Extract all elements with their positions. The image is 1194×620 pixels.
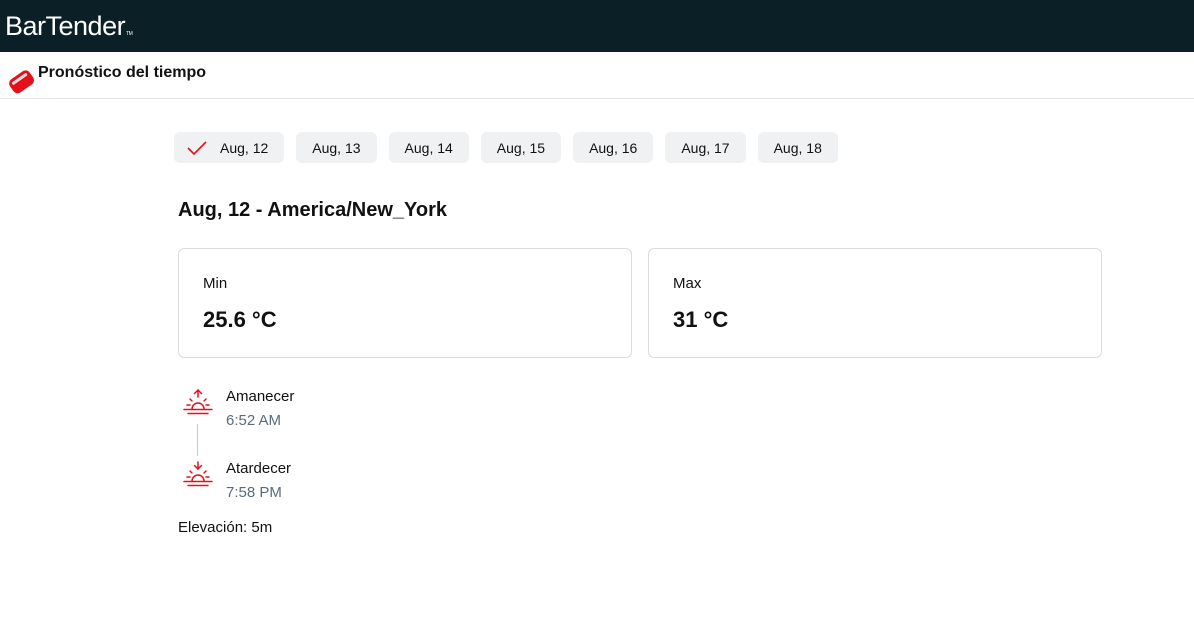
- sunset-icon: [183, 461, 213, 487]
- tab-label: Aug, 18: [773, 139, 822, 156]
- sunrise-icon: [183, 388, 213, 415]
- sunset-time: 7:58 PM: [226, 484, 282, 501]
- temperature-cards: Min 25.6 °C Max 31 °C: [178, 248, 1106, 358]
- max-temp-label: Max: [673, 275, 702, 292]
- sunrise-row: Amanecer 6:52 AM: [182, 388, 1106, 436]
- max-temp-value: 31 °C: [673, 307, 729, 332]
- tab-label: Aug, 15: [496, 139, 546, 156]
- sunset-row: Atardecer 7:58 PM: [182, 460, 1106, 508]
- min-temp-value: 25.6 °C: [203, 307, 277, 332]
- tab-aug-14[interactable]: Aug, 14: [388, 132, 469, 163]
- max-temp-card: Max 31 °C: [648, 248, 1102, 358]
- brand-trademark: TM: [126, 30, 133, 37]
- brand-logo: BarTenderTM: [5, 10, 133, 41]
- tab-label: Aug, 17: [681, 139, 730, 156]
- app-icon: [9, 70, 35, 94]
- tab-aug-17[interactable]: Aug, 17: [665, 132, 746, 163]
- date-tabs: Aug, 12 Aug, 13 Aug, 14 Aug, 15 Aug, 16 …: [174, 132, 1106, 163]
- min-temp-label: Min: [203, 275, 228, 292]
- sunset-label: Atardecer: [226, 460, 292, 477]
- tab-aug-13[interactable]: Aug, 13: [296, 132, 377, 163]
- min-temp-card: Min 25.6 °C: [178, 248, 632, 358]
- sunrise-time: 6:52 AM: [226, 412, 282, 429]
- page-title: Pronóstico del tiempo: [38, 63, 207, 81]
- tab-label: Aug, 13: [312, 139, 361, 156]
- top-bar: BarTenderTM: [0, 0, 1194, 52]
- tab-label: Aug, 12: [220, 139, 269, 156]
- app-header: Pronóstico del tiempo: [0, 52, 1194, 99]
- elevation-text: Elevación: 5m: [178, 519, 273, 536]
- tab-label: Aug, 14: [404, 139, 453, 156]
- tab-aug-18[interactable]: Aug, 18: [757, 132, 838, 163]
- tab-label: Aug, 16: [589, 139, 638, 156]
- check-icon: [187, 140, 207, 155]
- sun-times: Amanecer 6:52 AM Atardecer 7:58 PM: [182, 388, 1106, 508]
- tab-aug-16[interactable]: Aug, 16: [573, 132, 654, 163]
- forecast-heading: Aug, 12 - America/New_York: [178, 199, 447, 221]
- sunrise-label: Amanecer: [226, 388, 295, 405]
- tab-aug-12[interactable]: Aug, 12: [174, 132, 285, 163]
- tab-aug-15[interactable]: Aug, 15: [480, 132, 562, 163]
- timeline-connector: [197, 424, 198, 456]
- main-content: Aug, 12 Aug, 13 Aug, 14 Aug, 15 Aug, 16 …: [174, 132, 1106, 536]
